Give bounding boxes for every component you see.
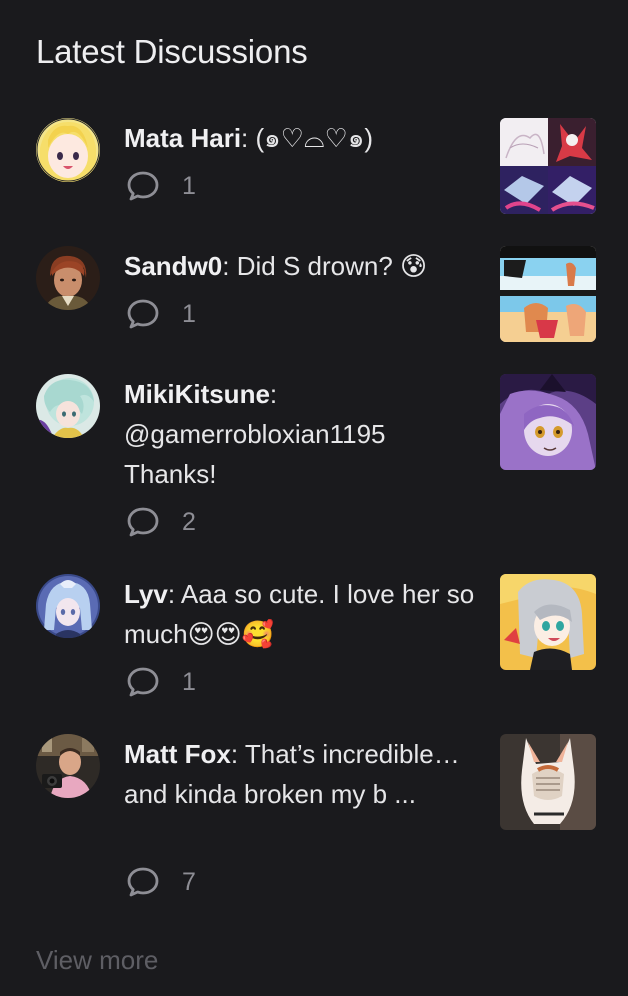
author-name[interactable]: MikiKitsune: [124, 379, 270, 409]
discussion-text[interactable]: Mata Hari: (๑♡⌓♡๑): [124, 118, 480, 158]
comment-bubble-icon: [127, 171, 159, 201]
discussion-text[interactable]: MikiKitsune: @gamerrobloxian1195 Thanks!: [124, 374, 480, 494]
avatar[interactable]: [36, 374, 100, 438]
discussion-thumbnail[interactable]: [500, 574, 596, 670]
discussion-thumbnail[interactable]: [500, 374, 596, 470]
latest-discussions-panel: Latest Discussions Mata Hari: (๑♡⌓♡๑) 1: [0, 0, 628, 996]
comment-bubble-icon: [127, 867, 159, 897]
avatar[interactable]: [36, 574, 100, 638]
comment-count: 1: [182, 299, 196, 328]
section-title: Latest Discussions: [36, 33, 308, 70]
author-name[interactable]: Sandw0: [124, 251, 222, 281]
discussion-thumbnail[interactable]: [500, 118, 596, 214]
author-name[interactable]: Lyv: [124, 579, 168, 609]
discussion-message: (๑♡⌓♡๑): [255, 123, 374, 153]
discussion-text[interactable]: Matt Fox: That’s incredible… and kinda b…: [124, 734, 480, 814]
separator: :: [269, 379, 278, 409]
discussion-text[interactable]: Lyv: Aaa so cute. I love her so much😍😍🥰: [124, 574, 480, 654]
comment-count-row[interactable]: 1: [126, 297, 196, 331]
discussion-thumbnail[interactable]: [500, 246, 596, 342]
discussion-thumbnail[interactable]: [500, 734, 596, 830]
avatar[interactable]: [36, 118, 100, 182]
separator: :: [230, 739, 245, 769]
author-name[interactable]: Mata Hari: [124, 123, 241, 153]
comment-count: 7: [182, 867, 196, 896]
separator: :: [167, 579, 181, 609]
discussion-message: Did S drown? 😰: [236, 251, 428, 281]
discussion-message: @gamerrobloxian1195 Thanks!: [124, 419, 386, 489]
comment-count: 1: [182, 667, 196, 696]
comment-count-row[interactable]: 1: [126, 169, 196, 203]
comment-bubble-icon: [127, 507, 159, 537]
comment-bubble-icon: [127, 299, 159, 329]
comment-count: 2: [182, 507, 196, 536]
author-name[interactable]: Matt Fox: [124, 739, 231, 769]
comment-count-row[interactable]: 7: [126, 865, 196, 899]
separator: :: [241, 123, 256, 153]
avatar[interactable]: [36, 246, 100, 310]
comment-count: 1: [182, 171, 196, 200]
comment-count-row[interactable]: 2: [126, 505, 196, 539]
comment-count-row[interactable]: 1: [126, 665, 196, 699]
discussion-text[interactable]: Sandw0: Did S drown? 😰: [124, 246, 480, 286]
avatar[interactable]: [36, 734, 100, 798]
comment-bubble-icon: [127, 667, 159, 697]
separator: :: [222, 251, 237, 281]
view-more-link[interactable]: View more: [36, 942, 158, 978]
